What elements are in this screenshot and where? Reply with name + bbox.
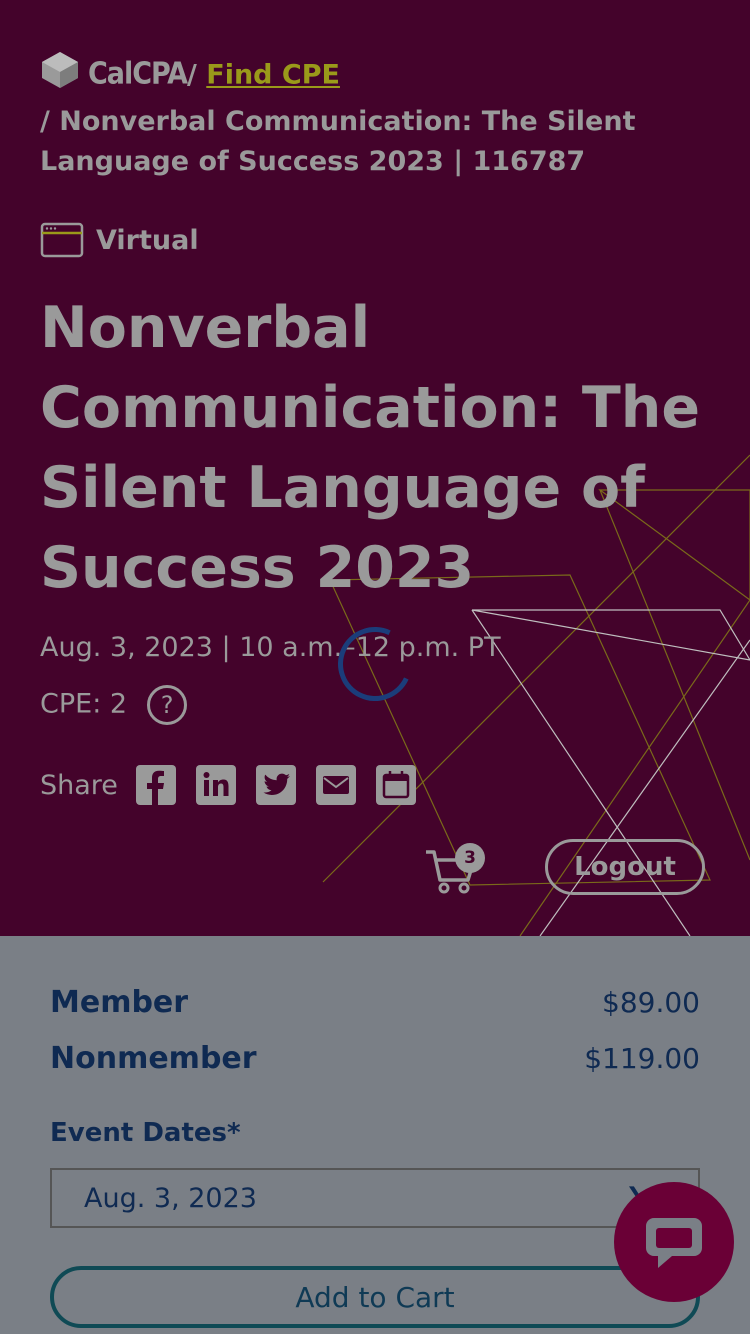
event-title: Nonverbal Communication: The Silent Lang… (40, 295, 701, 601)
event-datetime: Aug. 3, 2023 | 10 a.m.–12 p.m. PT (40, 632, 501, 663)
format-label: Virtual (96, 224, 199, 256)
event-hero: CalCPA/ Find CPE / Nonverbal Communicati… (0, 0, 750, 936)
logout-button[interactable]: Logout (545, 839, 705, 895)
live-chat-button[interactable] (614, 1182, 734, 1302)
twitter-icon[interactable] (255, 765, 296, 805)
calendar-icon[interactable] (375, 765, 416, 805)
breadcrumb: CalCPA/ Find CPE / Nonverbal Communicati… (40, 50, 720, 182)
cpe-label: CPE: 2 (40, 688, 128, 720)
nonmember-label: Nonmember (50, 1041, 257, 1076)
event-format: Virtual (40, 222, 199, 258)
linkedin-icon[interactable] (195, 765, 236, 805)
nonmember-price: $119.00 (584, 1042, 700, 1075)
event-dates-label: Event Dates* (50, 1118, 241, 1148)
calcpa-logo-icon[interactable] (40, 50, 80, 102)
find-cpe-link[interactable]: Find CPE (206, 60, 340, 91)
email-icon[interactable] (315, 765, 356, 805)
brand-name[interactable]: CalCPA (88, 57, 188, 92)
cpe-credits: CPE: 2? (40, 685, 188, 725)
event-date-select[interactable]: Aug. 3, 2023 ❯ (50, 1168, 700, 1228)
cpe-help-icon[interactable]: ? (147, 685, 188, 725)
nonmember-price-row: Nonmember $119.00 (50, 1041, 700, 1076)
share-bar: Share (40, 765, 436, 805)
breadcrumb-current: / Nonverbal Communication: The Silent La… (40, 106, 636, 177)
member-label: Member (50, 985, 189, 1020)
facebook-icon[interactable] (135, 765, 176, 805)
share-label: Share (40, 769, 118, 801)
member-price: $89.00 (602, 986, 700, 1019)
member-price-row: Member $89.00 (50, 985, 700, 1020)
add-to-cart-button[interactable]: Add to Cart (50, 1266, 700, 1328)
event-date-selected: Aug. 3, 2023 (84, 1182, 257, 1214)
cart-count-badge: 3 (455, 843, 485, 873)
virtual-window-icon (40, 222, 84, 258)
breadcrumb-separator: / (186, 59, 197, 91)
chat-bubble-icon (646, 1218, 702, 1268)
